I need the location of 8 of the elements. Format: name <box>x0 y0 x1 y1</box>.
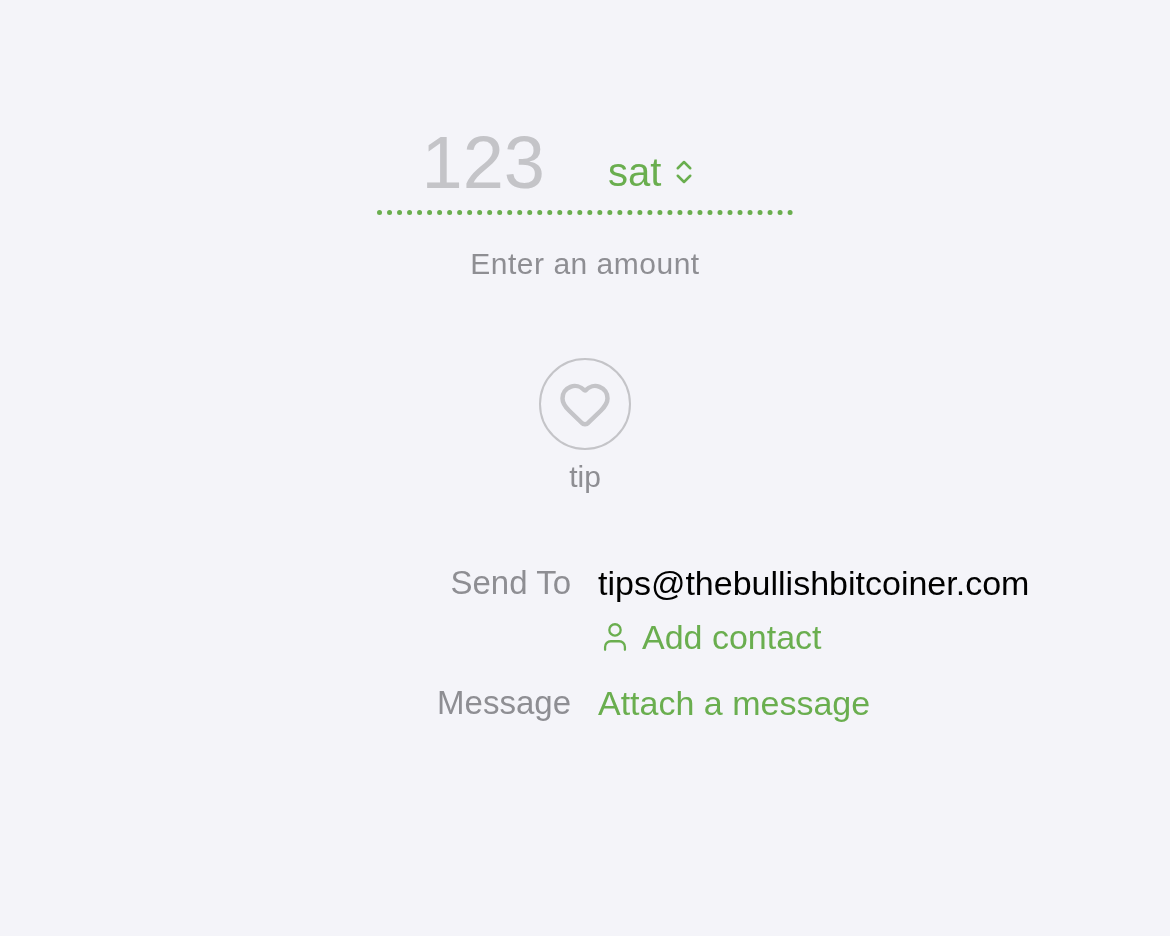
add-contact-button[interactable]: Add contact <box>598 615 822 659</box>
unit-selector[interactable]: sat <box>608 148 700 196</box>
field-label: Send To <box>449 563 571 603</box>
field-label: Message <box>436 683 571 723</box>
recipient-address: tips@thebullishbitcoiner.com <box>598 563 1031 604</box>
amount-hint: Enter an amount <box>470 246 700 282</box>
tip-button[interactable]: tip <box>539 358 631 499</box>
attach-message-link[interactable]: Attach a message <box>598 681 871 725</box>
